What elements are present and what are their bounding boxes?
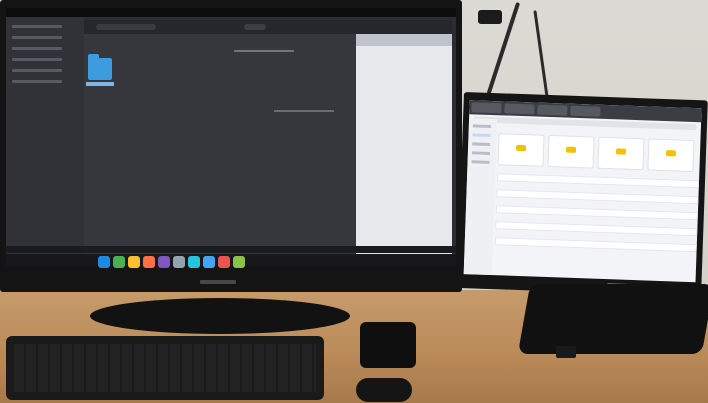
folder-card[interactable] <box>547 134 595 169</box>
dock <box>98 256 245 272</box>
brand-logo <box>200 280 236 284</box>
file-row[interactable] <box>496 189 699 205</box>
sidebar-row[interactable] <box>12 69 62 72</box>
app-icon[interactable] <box>98 256 110 268</box>
right-screen <box>463 100 702 283</box>
suggested-folders <box>497 133 700 173</box>
app-icon[interactable] <box>158 256 170 268</box>
keyboard <box>6 336 324 400</box>
app-icon[interactable] <box>113 256 125 268</box>
search-box[interactable] <box>244 24 266 30</box>
phone <box>360 322 416 368</box>
folder-card[interactable] <box>497 133 545 167</box>
browser-tab[interactable] <box>537 104 568 116</box>
folder-card[interactable] <box>647 138 695 173</box>
folder-icon <box>665 150 677 157</box>
drive-nav-item-active[interactable] <box>472 133 491 137</box>
address-bar[interactable] <box>96 24 156 30</box>
mouse <box>356 378 412 402</box>
screen-glare <box>274 110 334 112</box>
drive-main <box>494 119 701 282</box>
browser-tab[interactable] <box>471 102 502 114</box>
status-line <box>6 246 456 253</box>
right-panel <box>356 34 452 254</box>
folder-label <box>86 82 114 86</box>
file-manager-window <box>84 20 452 254</box>
right-monitor <box>457 92 708 297</box>
sidebar-row[interactable] <box>12 58 62 61</box>
keys <box>14 344 316 392</box>
app-icon[interactable] <box>203 256 215 268</box>
left-screen <box>6 8 456 266</box>
app-icon[interactable] <box>218 256 230 268</box>
browser-tab[interactable] <box>504 103 535 115</box>
drive-sidebar <box>463 118 498 276</box>
folder-card[interactable] <box>597 136 645 171</box>
left-monitor-stand <box>90 298 350 334</box>
drive-nav-item[interactable] <box>471 151 490 155</box>
sidebar-row[interactable] <box>12 36 62 39</box>
sidebar-row[interactable] <box>12 47 62 50</box>
sidebar-row[interactable] <box>12 25 62 28</box>
app-icon[interactable] <box>128 256 140 268</box>
app-icon[interactable] <box>233 256 245 268</box>
drive-nav-item[interactable] <box>472 142 491 146</box>
usb-dongle <box>556 346 576 358</box>
window-header <box>84 20 452 34</box>
power-adapter <box>478 10 502 24</box>
panel-header <box>356 34 452 46</box>
file-manager-sidebar <box>6 17 84 266</box>
file-row[interactable] <box>495 205 698 221</box>
screen-glare <box>234 50 294 52</box>
sidebar-row[interactable] <box>12 80 62 83</box>
drive-nav-item[interactable] <box>471 160 490 164</box>
browser-tab[interactable] <box>570 105 601 117</box>
top-bar <box>6 8 456 17</box>
file-row[interactable] <box>495 221 698 237</box>
file-row[interactable] <box>496 173 700 189</box>
folder-icon <box>515 144 527 152</box>
drive-nav-item[interactable] <box>472 124 491 128</box>
file-row[interactable] <box>494 237 697 253</box>
app-icon[interactable] <box>173 256 185 268</box>
left-monitor <box>0 0 462 292</box>
folder-icon[interactable] <box>88 54 112 80</box>
folder-icon <box>565 146 577 153</box>
browser-icon[interactable] <box>143 256 155 268</box>
right-monitor-stand <box>517 284 708 354</box>
folder-icon <box>615 148 627 155</box>
app-icon[interactable] <box>188 256 200 268</box>
